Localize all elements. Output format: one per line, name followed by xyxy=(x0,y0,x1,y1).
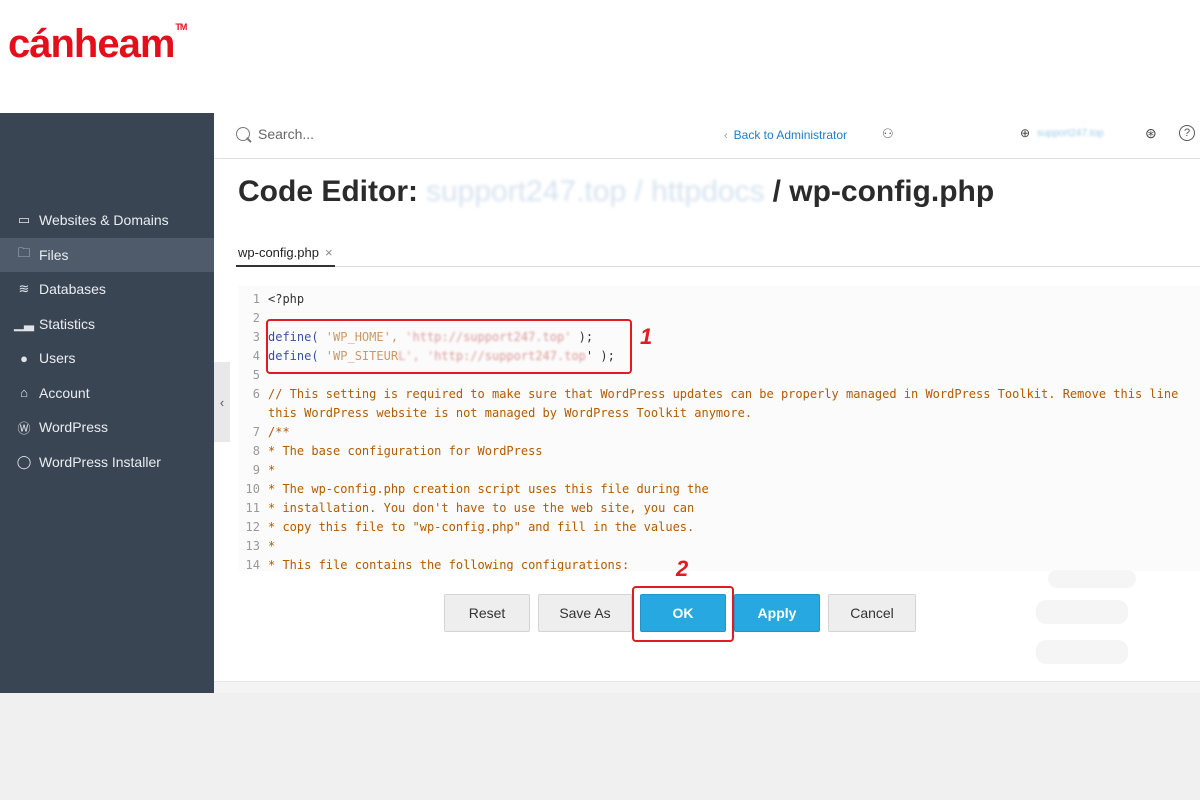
decorative-blur xyxy=(1036,600,1128,624)
code-line: 2 xyxy=(252,311,260,325)
sidebar-item-users[interactable]: ● Users xyxy=(0,341,214,376)
globe-icon: ⊕ xyxy=(1020,126,1031,140)
sidebar-item-label: WordPress Installer xyxy=(39,453,161,470)
folder-icon: 🗀 xyxy=(17,244,31,260)
sidebar-item-websites-domains[interactable]: ▭ Websites & Domains xyxy=(0,203,214,238)
code-line: 14 * This file contains the following co… xyxy=(245,558,630,571)
title-path: support247.top / httpdocs xyxy=(426,175,765,208)
tab-wp-config[interactable]: wp-config.php × xyxy=(236,239,335,267)
sidebar-nav: ▭ Websites & Domains 🗀 Files ≋ Databases… xyxy=(0,203,214,479)
code-line: 7/** xyxy=(252,425,290,439)
monitor-icon: ▭ xyxy=(17,212,31,228)
brand-logo: cánheamTM xyxy=(8,22,187,66)
sidebar-item-wordpress-installer[interactable]: ◯ WordPress Installer xyxy=(0,445,214,480)
search-placeholder: Search... xyxy=(258,126,315,142)
page-title: Code Editor: support247.top / httpdocs / w… xyxy=(238,175,995,208)
annotation-step-1: 1 xyxy=(640,324,653,349)
sidebar-item-wordpress[interactable]: Ⓦ WordPress xyxy=(0,410,214,445)
sidebar-item-databases[interactable]: ≋ Databases xyxy=(0,272,214,307)
sidebar-item-label: Files xyxy=(39,246,69,263)
back-to-administrator-link[interactable]: ‹ Back to Administrator xyxy=(724,128,847,142)
decorative-blur xyxy=(1036,640,1128,664)
sidebar-item-label: Websites & Domains xyxy=(39,212,169,229)
user-profile-icon[interactable]: ⚇ xyxy=(882,126,894,142)
cancel-button[interactable]: Cancel xyxy=(828,594,916,632)
help-icon[interactable]: ? xyxy=(1179,125,1195,141)
extensions-icon[interactable]: ⊛ xyxy=(1145,125,1157,142)
code-line: 6// This setting is required to make sur… xyxy=(252,387,1179,401)
database-icon: ≋ xyxy=(18,281,30,297)
search-icon xyxy=(236,127,250,141)
title-file: / wp-config.php xyxy=(772,175,995,208)
domain-link[interactable]: support247.top xyxy=(1037,128,1104,139)
logo-band: cánheamTM xyxy=(0,0,1200,113)
apply-button[interactable]: Apply xyxy=(734,594,820,632)
chevron-left-icon: ‹ xyxy=(724,130,728,142)
sidebar-item-label: Statistics xyxy=(39,315,96,332)
sidebar-item-label: Users xyxy=(39,350,76,367)
bar-chart-icon: ▁▃ xyxy=(14,315,34,331)
sidebar: ▭ Websites & Domains 🗀 Files ≋ Databases… xyxy=(0,113,214,693)
wordpress-installer-icon: ◯ xyxy=(16,453,32,469)
code-line: this WordPress website is not managed by… xyxy=(268,406,753,420)
reset-button[interactable]: Reset xyxy=(444,594,530,632)
file-tabbar: wp-config.php × xyxy=(236,239,1200,267)
code-line: 13 * xyxy=(245,539,276,553)
code-line: 11 * installation. You don't have to use… xyxy=(245,501,695,515)
save-as-button[interactable]: Save As xyxy=(538,594,632,632)
code-line: 5 xyxy=(252,368,260,382)
sidebar-item-files[interactable]: 🗀 Files xyxy=(0,237,214,272)
sidebar-item-label: Databases xyxy=(39,281,106,298)
sidebar-collapse-toggle[interactable]: ‹ xyxy=(214,362,230,442)
account-icon: ⌂ xyxy=(20,385,28,401)
code-line: 10 * The wp-config.php creation script u… xyxy=(245,482,709,496)
annotation-step-2: 2 xyxy=(676,556,689,581)
topbar: Search... ‹ Back to Administrator ⚇ ⊕ sup… xyxy=(214,113,1200,159)
code-line: 9 * xyxy=(252,463,276,477)
sidebar-item-account[interactable]: ⌂ Account xyxy=(0,376,214,411)
footer-strip xyxy=(214,681,1200,693)
code-line: 1 <?php xyxy=(252,292,305,306)
close-tab-icon[interactable]: × xyxy=(325,245,333,260)
decorative-blur xyxy=(1048,570,1136,588)
search-input[interactable]: Search... xyxy=(236,126,314,142)
wordpress-icon: Ⓦ xyxy=(17,420,31,436)
annotation-box-1 xyxy=(266,319,632,374)
sidebar-item-label: Account xyxy=(39,384,90,401)
code-line: 8 * The base configuration for WordPress xyxy=(252,444,543,458)
sidebar-item-label: WordPress xyxy=(39,419,108,436)
user-icon: ● xyxy=(20,350,28,366)
code-line: 12 * copy this file to "wp-config.php" a… xyxy=(245,520,695,534)
annotation-box-2 xyxy=(632,586,734,642)
sidebar-item-statistics[interactable]: ▁▃ Statistics xyxy=(0,307,214,342)
